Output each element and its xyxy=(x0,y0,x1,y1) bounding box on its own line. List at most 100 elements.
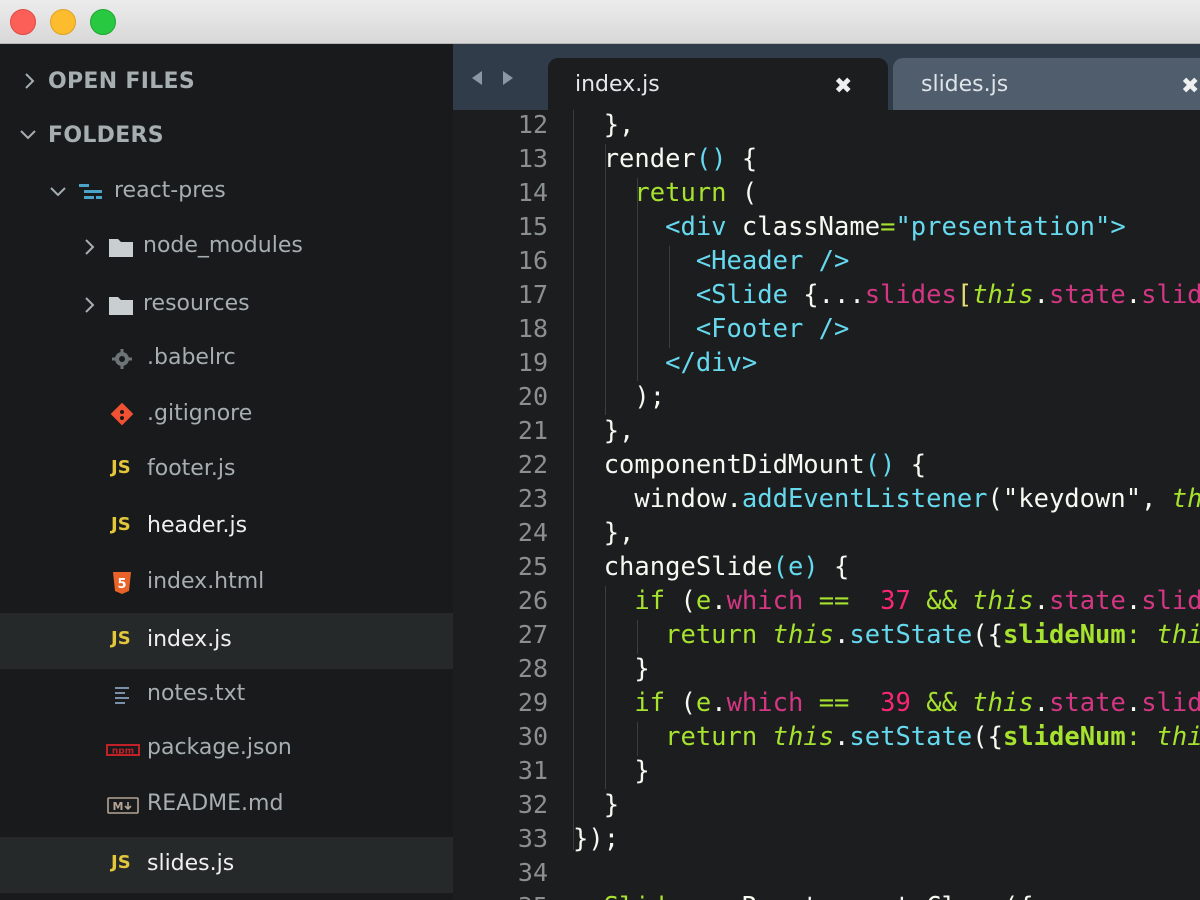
minimize-window-button[interactable] xyxy=(50,9,76,35)
line-number: 29 xyxy=(517,688,548,717)
chevron-down-icon xyxy=(50,187,66,197)
close-tab-icon[interactable]: ✖ xyxy=(834,74,852,99)
code-line: render() { xyxy=(573,144,758,174)
line-number: 30 xyxy=(517,722,548,751)
project-icon xyxy=(79,184,102,199)
title-bar xyxy=(0,0,1200,44)
code-line: componentDidMount() { xyxy=(573,450,927,480)
sidebar-item-label: .babelrc xyxy=(147,345,236,370)
code-line: }); xyxy=(573,824,620,854)
code-line: <div className="presentation"> xyxy=(665,212,1126,242)
sidebar-item-notes-txt[interactable]: notes.txt xyxy=(0,667,453,723)
line-number: 17 xyxy=(517,280,548,309)
chevron-right-icon xyxy=(85,239,95,255)
line-number: 12 xyxy=(517,110,548,139)
line-number: 23 xyxy=(517,484,548,513)
line-number: 31 xyxy=(517,756,548,785)
line-number: 16 xyxy=(517,246,548,275)
line-number: 15 xyxy=(517,212,548,241)
close-window-button[interactable] xyxy=(10,9,36,35)
open-files-section[interactable]: OPEN FILES xyxy=(0,53,453,109)
code-line: } xyxy=(573,756,650,786)
line-number: 28 xyxy=(517,654,548,683)
sidebar-item-node-modules[interactable]: node_modules xyxy=(0,219,453,275)
code-line: ); xyxy=(573,382,666,412)
sidebar-item-babelrc[interactable]: .babelrc xyxy=(0,331,453,387)
sidebar-item-label: node_modules xyxy=(143,233,303,258)
line-number: 32 xyxy=(517,790,548,819)
sidebar-item-readme-md[interactable]: M README.md xyxy=(0,777,453,833)
tab-forward-arrow-icon[interactable] xyxy=(500,70,516,86)
zoom-window-button[interactable] xyxy=(90,9,116,35)
tab-label: index.js xyxy=(575,72,660,97)
sidebar-item-footer-js[interactable]: JS footer.js xyxy=(0,442,453,498)
sidebar-item-label: package.json xyxy=(147,735,292,760)
chevron-down-icon xyxy=(20,130,36,140)
code-line: }, xyxy=(573,110,635,140)
sidebar-item-label: index.html xyxy=(147,569,265,594)
sidebar-item-label: footer.js xyxy=(147,456,236,481)
svg-text:5: 5 xyxy=(117,577,126,592)
code-line: Slides = React.createClass({ xyxy=(573,890,1034,900)
code-line: <Footer /> xyxy=(695,314,850,344)
js-icon: JS xyxy=(111,852,131,873)
line-number: 18 xyxy=(517,314,548,343)
line-number: 21 xyxy=(517,416,548,445)
line-number: 19 xyxy=(517,348,548,377)
code-line: return this.setState({slideNum: this.sta… xyxy=(665,722,1200,752)
folders-section[interactable]: FOLDERS xyxy=(0,107,453,163)
code-line: if (e.which == 39 && this.state.slideNum… xyxy=(634,688,1200,718)
sidebar-item-package-json[interactable]: npm package.json xyxy=(0,721,453,777)
line-number: 33 xyxy=(517,824,548,853)
sidebar-item-label: README.md xyxy=(147,791,284,816)
sidebar-item-slides-js[interactable]: JS slides.js xyxy=(0,837,453,893)
line-number: 24 xyxy=(517,518,548,547)
line-number: 27 xyxy=(517,620,548,649)
code-line: </div> xyxy=(665,348,758,378)
open-files-label: OPEN FILES xyxy=(48,69,196,94)
js-icon: JS xyxy=(111,457,131,478)
sidebar-item-gitignore[interactable]: .gitignore xyxy=(0,387,453,443)
project-folder-react-pres[interactable]: react-pres xyxy=(0,164,453,220)
code-line: if (e.which == 37 && this.state.slideNum… xyxy=(634,586,1200,616)
line-number: 22 xyxy=(517,450,548,479)
code-line: }, xyxy=(573,518,635,548)
js-icon: JS xyxy=(111,514,131,535)
code-line: } xyxy=(573,654,650,684)
sidebar-item-label: .gitignore xyxy=(147,401,253,426)
close-tab-icon[interactable]: ✖ xyxy=(1181,74,1199,99)
line-number: 13 xyxy=(517,144,548,173)
code-line: return ( xyxy=(634,178,758,208)
line-number: 20 xyxy=(517,382,548,411)
tab-index-js[interactable]: index.js ✖ xyxy=(548,58,888,110)
sidebar-item-label: index.js xyxy=(147,627,232,652)
code-editor[interactable]: 12 13 14 15 16 17 18 19 20 21 22 23 24 2… xyxy=(453,110,1200,900)
text-file-icon xyxy=(115,687,129,704)
code-line: <Slide {...slides[this.state.slideNum]} … xyxy=(695,280,1200,310)
folder-icon xyxy=(109,297,133,315)
folder-icon xyxy=(109,239,133,257)
line-number: 26 xyxy=(517,586,548,615)
code-line: changeSlide(e) { xyxy=(573,552,850,582)
html5-icon: 5 xyxy=(113,572,131,594)
sidebar-item-label: slides.js xyxy=(147,851,235,876)
svg-text:M: M xyxy=(113,800,124,813)
sidebar-item-resources[interactable]: resources xyxy=(0,277,453,333)
sidebar-item-index-html[interactable]: 5 index.html xyxy=(0,555,453,611)
code-line: } xyxy=(573,790,620,820)
tab-slides-js[interactable]: slides.js ✖ xyxy=(893,58,1200,110)
sidebar-item-label: header.js xyxy=(147,513,248,538)
code-line: return this.setState({slideNum: this.sta… xyxy=(665,620,1200,650)
tab-back-arrow-icon[interactable] xyxy=(469,70,485,86)
js-icon: JS xyxy=(111,628,131,649)
sidebar-item-header-js[interactable]: JS header.js xyxy=(0,499,453,555)
chevron-right-icon xyxy=(85,297,95,313)
gear-icon xyxy=(112,349,132,369)
folders-label: FOLDERS xyxy=(48,123,164,148)
line-number: 14 xyxy=(517,178,548,207)
tab-label: slides.js xyxy=(921,72,1009,97)
sidebar: OPEN FILES FOLDERS react-pres node_modul… xyxy=(0,44,453,900)
sidebar-item-index-js[interactable]: JS index.js xyxy=(0,613,453,669)
svg-text:npm: npm xyxy=(112,747,134,757)
